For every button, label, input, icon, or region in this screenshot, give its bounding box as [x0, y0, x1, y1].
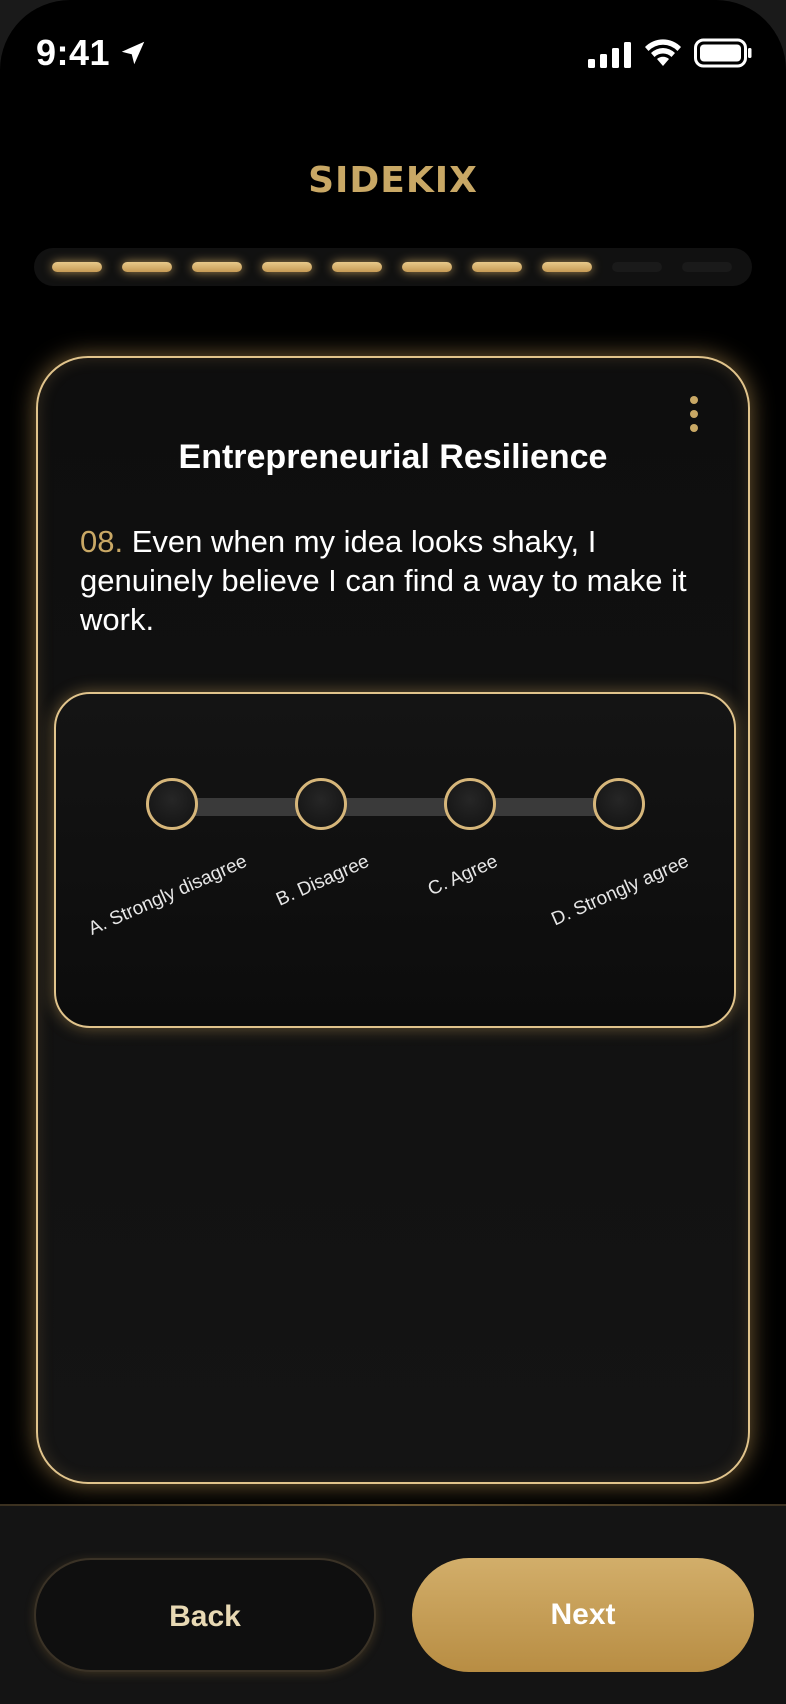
scale-label-d[interactable]: D. Strongly agree — [548, 851, 692, 931]
progress-step-6 — [402, 262, 452, 272]
status-time: 9:41 — [36, 32, 111, 73]
scale-label-c[interactable]: C. Agree — [425, 851, 501, 901]
progress-step-5 — [332, 262, 382, 272]
scale-option-c[interactable] — [444, 778, 496, 830]
question-card: Entrepreneurial Resilience 08. Even when… — [36, 356, 750, 1484]
scale-label-a[interactable]: A. Strongly disagree — [85, 851, 250, 941]
progress-bar — [34, 248, 752, 286]
progress-step-7 — [472, 262, 522, 272]
progress-step-1 — [52, 262, 102, 272]
progress-step-2 — [122, 262, 172, 272]
progress-step-8 — [542, 262, 592, 272]
battery-icon — [694, 38, 752, 68]
app-screen: 9:41 SIDEKIX Entrepreneurial Resilience — [0, 0, 786, 1704]
scale-track — [172, 798, 618, 816]
wifi-icon — [645, 39, 681, 66]
question-number: 08. — [80, 524, 124, 559]
progress-step-9 — [612, 262, 662, 272]
status-bar: 9:41 — [0, 0, 786, 110]
back-button[interactable]: Back — [34, 1558, 376, 1672]
next-button[interactable]: Next — [412, 1558, 754, 1672]
progress-step-4 — [262, 262, 312, 272]
question-text-block: 08. Even when my idea looks shaky, I gen… — [80, 522, 720, 639]
scale-label-b[interactable]: B. Disagree — [273, 851, 373, 911]
scale-option-d[interactable] — [593, 778, 645, 830]
scale-option-b[interactable] — [295, 778, 347, 830]
progress-step-10 — [682, 262, 732, 272]
question-text: Even when my idea looks shaky, I genuine… — [80, 524, 687, 637]
location-arrow-icon — [121, 41, 145, 65]
signal-icon — [588, 42, 631, 68]
likert-scale: A. Strongly disagree B. Disagree C. Agre… — [54, 692, 736, 1028]
scale-option-a[interactable] — [146, 778, 198, 830]
card-title: Entrepreneurial Resilience — [178, 438, 608, 476]
more-vertical-icon[interactable] — [688, 396, 700, 436]
progress-step-3 — [192, 262, 242, 272]
app-logo: SIDEKIX — [308, 160, 478, 201]
